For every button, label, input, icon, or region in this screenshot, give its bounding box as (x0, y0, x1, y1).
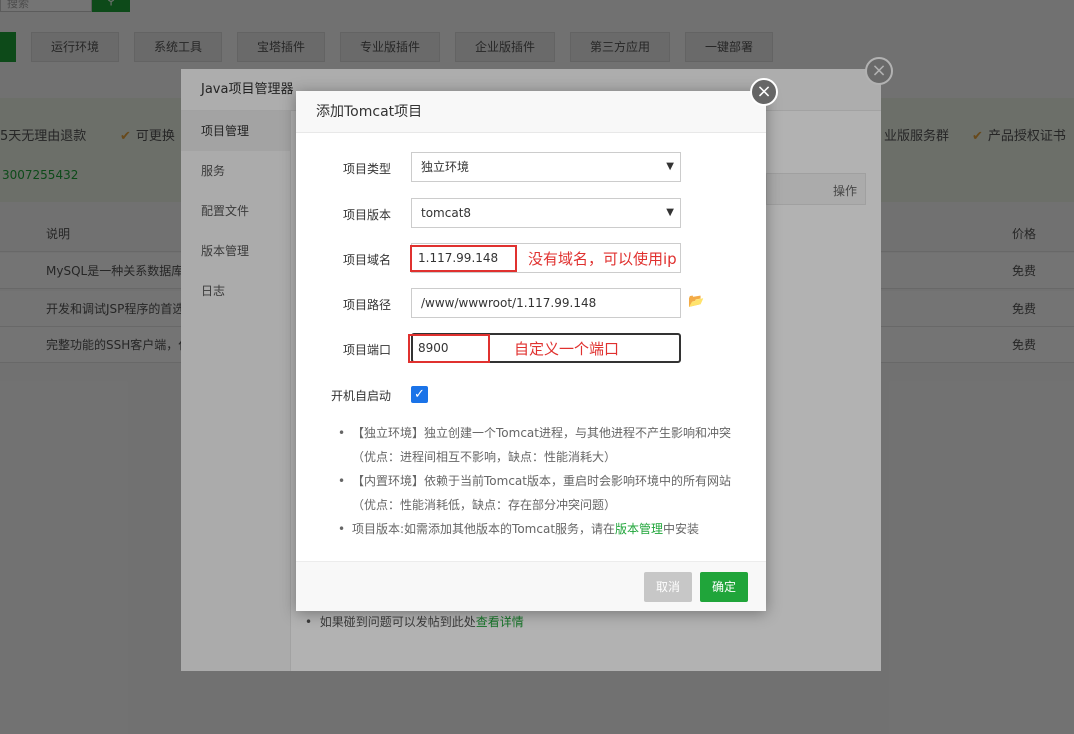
notes-list: 【独立环境】独立创建一个Tomcat进程，与其他进程不产生影响和冲突（优点：进程… (336, 421, 746, 541)
check-icon: ✓ (414, 387, 425, 402)
field-project-type: 项目类型 独立环境 ▼ (296, 152, 766, 184)
autostart-label: 开机自启动 (330, 389, 391, 403)
port-highlight-box (408, 334, 490, 363)
project-type-label: 项目类型 (342, 162, 391, 176)
field-project-port: 项目端口 8900 自定义一个端口 (296, 333, 766, 365)
note-item: 【独立环境】独立创建一个Tomcat进程，与其他进程不产生影响和冲突（优点：进程… (336, 421, 746, 469)
domain-highlight-box (410, 245, 517, 272)
domain-annotation: 没有域名，可以使用ip (528, 250, 677, 268)
modal-close-button[interactable]: × (750, 78, 778, 106)
project-port-label: 项目端口 (342, 343, 391, 357)
project-type-select[interactable]: 独立环境 ▼ (411, 152, 681, 182)
close-icon: × (756, 81, 772, 102)
project-path-input[interactable]: /www/wwwroot/1.117.99.148 (411, 288, 681, 318)
confirm-button[interactable]: 确定 (700, 572, 748, 602)
port-annotation: 自定义一个端口 (514, 340, 620, 358)
field-project-domain: 项目域名 1.117.99.148 没有域名，可以使用ip (296, 243, 766, 275)
add-tomcat-modal: 添加Tomcat项目 × 项目类型 独立环境 ▼ 项目版本 tomcat8 ▼ … (296, 78, 778, 611)
autostart-checkbox[interactable]: ✓ (411, 386, 428, 403)
field-autostart: 开机自启动 ✓ (296, 383, 766, 415)
project-domain-label: 项目域名 (342, 253, 391, 267)
note-item: 【内置环境】依赖于当前Tomcat版本，重启时会影响环境中的所有网站（优点：性能… (336, 469, 746, 517)
modal-footer: 取消 确定 (296, 561, 766, 611)
modal-title: 添加Tomcat项目 (296, 91, 766, 133)
note-item: 项目版本:如需添加其他版本的Tomcat服务，请在版本管理中安装 (336, 517, 746, 541)
project-path-label: 项目路径 (342, 298, 391, 312)
version-management-link[interactable]: 版本管理 (615, 522, 663, 536)
chevron-down-icon: ▼ (666, 207, 674, 218)
folder-open-icon[interactable]: 📂 (688, 294, 704, 309)
cancel-button[interactable]: 取消 (644, 572, 692, 602)
field-project-path: 项目路径 /www/wwwroot/1.117.99.148 📂 (296, 288, 766, 320)
chevron-down-icon: ▼ (666, 161, 674, 172)
field-project-version: 项目版本 tomcat8 ▼ (296, 198, 766, 230)
project-version-label: 项目版本 (342, 208, 391, 222)
project-version-select[interactable]: tomcat8 ▼ (411, 198, 681, 228)
